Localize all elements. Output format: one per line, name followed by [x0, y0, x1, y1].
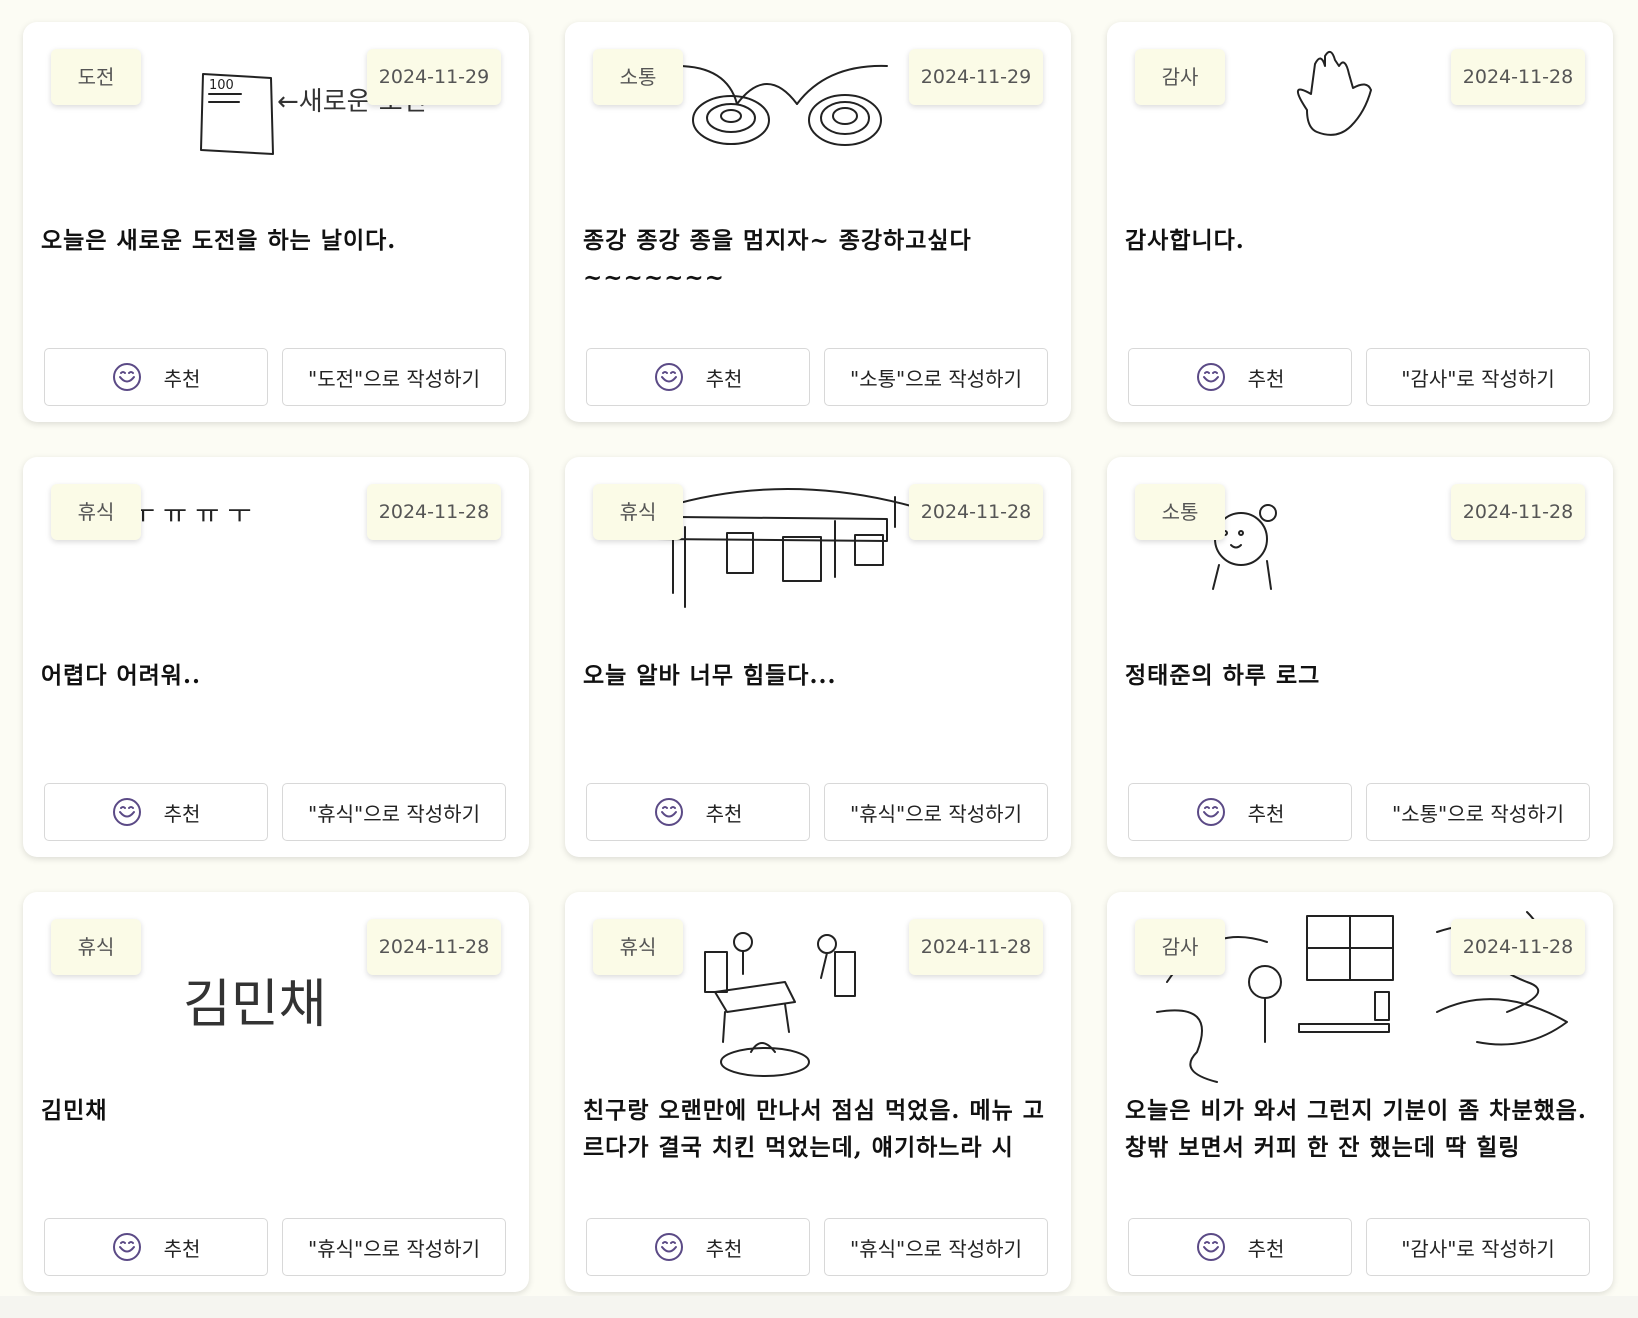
card-text: 김민채: [41, 1097, 108, 1124]
write-with-tag-button[interactable]: "휴식"으로 작성하기: [824, 1218, 1048, 1276]
write-with-tag-button[interactable]: "감사"로 작성하기: [1366, 348, 1590, 406]
write-with-tag-button[interactable]: "도전"으로 작성하기: [282, 348, 506, 406]
card-text: 정태준의 하루 로그: [1125, 662, 1321, 689]
write-with-tag-button[interactable]: "휴식"으로 작성하기: [824, 783, 1048, 841]
recommend-label: 추천: [1247, 366, 1285, 391]
category-badge: 도전: [51, 49, 141, 105]
diary-card[interactable]: 감사 2024-11-28 감사합니다. 추천 "감사"로 작성하기: [1107, 22, 1613, 422]
category-badge: 휴식: [51, 484, 141, 540]
category-badge: 휴식: [593, 919, 683, 975]
diary-card[interactable]: 소통 2024-11-29 종강 종강 종을 멈지자~ 종강하고싶다~~~~~~…: [565, 22, 1071, 422]
date-badge: 2024-11-28: [909, 484, 1043, 540]
smile-emoji-icon: [112, 1233, 141, 1261]
smile-emoji-icon: [112, 798, 141, 826]
date-badge: 2024-11-28: [1451, 49, 1585, 105]
write-with-tag-button[interactable]: "휴식"으로 작성하기: [282, 783, 506, 841]
recommend-button[interactable]: 추천: [44, 348, 268, 406]
category-badge: 소통: [593, 49, 683, 105]
write-with-tag-button[interactable]: "감사"로 작성하기: [1366, 1218, 1590, 1276]
category-badge: 휴식: [51, 919, 141, 975]
recommend-label: 추천: [705, 1236, 743, 1261]
date-badge: 2024-11-29: [367, 49, 501, 105]
write-with-tag-button[interactable]: "휴식"으로 작성하기: [282, 1218, 506, 1276]
smile-emoji-icon: [112, 363, 141, 391]
card-text: 오늘은 비가 와서 그런지 기분이 좀 차분했음. 창밖 보면서 커피 한 잔 …: [1125, 1097, 1587, 1161]
date-badge: 2024-11-28: [367, 484, 501, 540]
recommend-button[interactable]: 추천: [586, 783, 810, 841]
category-badge: 휴식: [593, 484, 683, 540]
diary-card[interactable]: 소통 2024-11-28 정태준의 하루 로그 추천 "소통"으로 작성하기: [1107, 457, 1613, 857]
smile-emoji-icon: [654, 363, 683, 391]
recommend-label: 추천: [1247, 1236, 1285, 1261]
card-text: 감사합니다.: [1125, 227, 1245, 254]
recommend-button[interactable]: 추천: [44, 1218, 268, 1276]
recommend-label: 추천: [705, 366, 743, 391]
date-badge: 2024-11-28: [909, 919, 1043, 975]
write-with-tag-button[interactable]: "소통"으로 작성하기: [1366, 783, 1590, 841]
smile-emoji-icon: [1196, 798, 1225, 826]
svg-text:100: 100: [209, 78, 234, 93]
diary-card[interactable]: ㅜ ㅠ ㅠ ㅜ 휴식 2024-11-28 어렵다 어려워.. 추천 "휴식"으…: [23, 457, 529, 857]
card-text: 오늘은 새로운 도전을 하는 날이다.: [41, 227, 397, 254]
recommend-button[interactable]: 추천: [586, 1218, 810, 1276]
diary-card[interactable]: 휴식 2024-11-28 친구랑 오랜만에 만나서 점심 먹었음. 메뉴 고르…: [565, 892, 1071, 1292]
diary-card[interactable]: 감사 2024-11-28 오늘은 비가 와서 그런지 기분이 좀 차분했음. …: [1107, 892, 1613, 1292]
bottom-edge: [0, 1296, 1638, 1318]
date-badge: 2024-11-28: [1451, 919, 1585, 975]
smile-emoji-icon: [1196, 1233, 1225, 1261]
date-badge: 2024-11-28: [367, 919, 501, 975]
card-text: 오늘 알바 너무 힘들다...: [583, 662, 837, 689]
card-text: 종강 종강 종을 멈지자~ 종강하고싶다~~~~~~~: [583, 227, 972, 291]
recommend-button[interactable]: 추천: [1128, 1218, 1352, 1276]
recommend-button[interactable]: 추천: [1128, 783, 1352, 841]
card-text: 친구랑 오랜만에 만나서 점심 먹었음. 메뉴 고르다가 결국 치킨 먹었는데,…: [583, 1097, 1045, 1161]
recommend-button[interactable]: 추천: [586, 348, 810, 406]
recommend-label: 추천: [163, 1236, 201, 1261]
write-with-tag-button[interactable]: "소통"으로 작성하기: [824, 348, 1048, 406]
category-badge: 감사: [1135, 49, 1225, 105]
recommend-button[interactable]: 추천: [44, 783, 268, 841]
diary-card[interactable]: 100 ←새로운 도전 도전 2024-11-29 오늘은 새로운 도전을 하는…: [23, 22, 529, 422]
smile-emoji-icon: [654, 1233, 683, 1261]
recommend-label: 추천: [163, 366, 201, 391]
smile-emoji-icon: [1196, 363, 1225, 391]
date-badge: 2024-11-29: [909, 49, 1043, 105]
date-badge: 2024-11-28: [1451, 484, 1585, 540]
card-grid: 100 ←새로운 도전 도전 2024-11-29 오늘은 새로운 도전을 하는…: [23, 22, 1613, 1292]
diary-card[interactable]: 휴식 2024-11-28 오늘 알바 너무 힘들다... 추천 "휴식"으로 …: [565, 457, 1071, 857]
recommend-label: 추천: [705, 801, 743, 826]
drawing-caption: ㅜ ㅠ ㅠ ㅜ: [131, 500, 251, 530]
diary-card[interactable]: 김민채 휴식 2024-11-28 김민채 추천 "휴식"으로 작성하기: [23, 892, 529, 1292]
recommend-button[interactable]: 추천: [1128, 348, 1352, 406]
smile-emoji-icon: [654, 798, 683, 826]
category-badge: 감사: [1135, 919, 1225, 975]
drawing-caption: 김민채: [183, 975, 327, 1035]
recommend-label: 추천: [163, 801, 201, 826]
category-badge: 소통: [1135, 484, 1225, 540]
card-text: 어렵다 어려워..: [41, 662, 201, 689]
recommend-label: 추천: [1247, 801, 1285, 826]
